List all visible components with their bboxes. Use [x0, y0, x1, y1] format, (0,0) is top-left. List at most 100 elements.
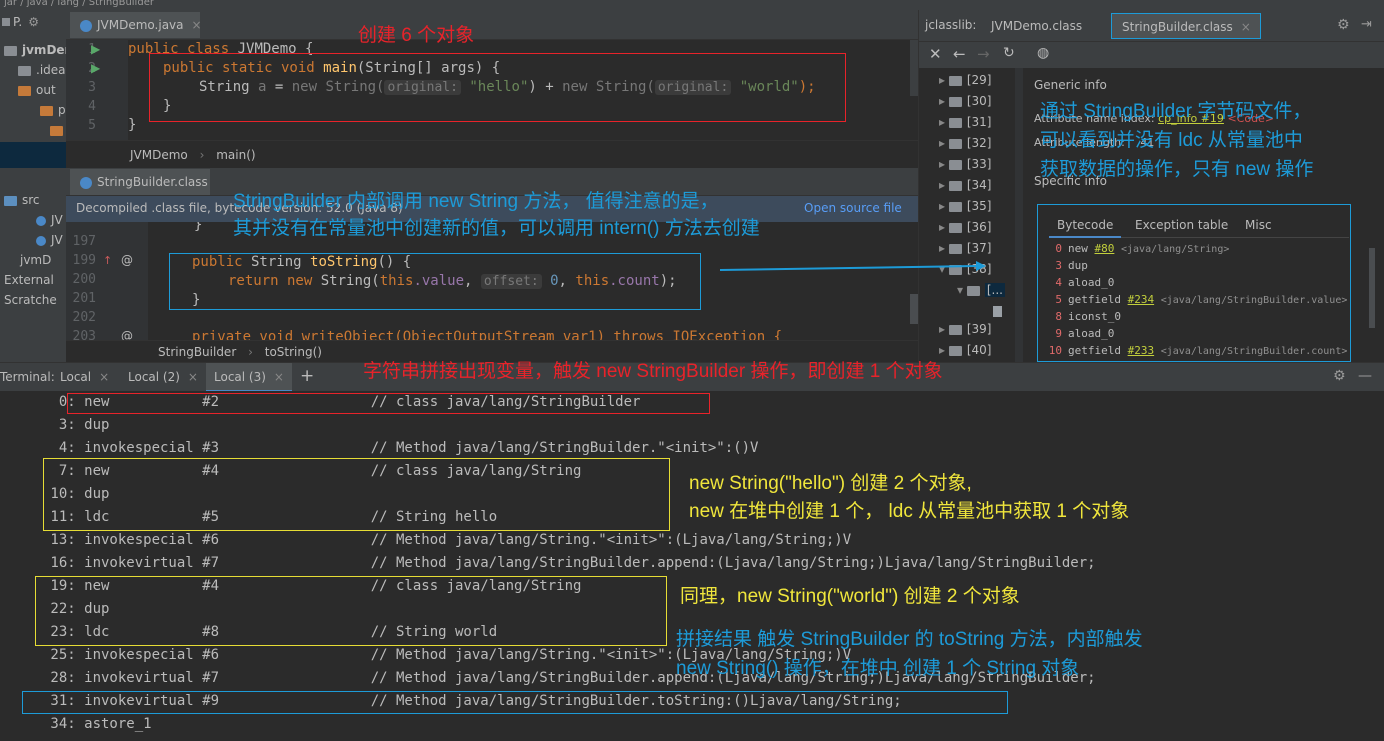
tree-item[interactable]: ▸ [39]: [919, 318, 991, 340]
globe-icon[interactable]: ◍: [1037, 45, 1049, 61]
hide-icon[interactable]: ⇥: [1361, 17, 1372, 32]
close-icon[interactable]: ×: [99, 370, 109, 384]
navigation-bar: jar / java / lang / StringBuilder: [0, 0, 1384, 10]
bytecode-list: 0 new #80 <java/lang/String> 3 dup 4 aload_…: [1040, 240, 1348, 360]
tab-bytecode[interactable]: Bytecode: [1049, 214, 1122, 238]
file-icon: [993, 306, 1002, 317]
minimize-icon[interactable]: —: [1358, 368, 1372, 384]
jclasslib-label: jclasslib:: [925, 18, 977, 32]
run-icon[interactable]: ▶: [91, 42, 100, 56]
forward-icon[interactable]: →: [977, 45, 990, 63]
blue-highlight-box: [22, 691, 1008, 714]
project-item-sub[interactable]: [0, 120, 66, 140]
project-item-jvmd[interactable]: jvmD: [0, 250, 66, 270]
gear-icon[interactable]: ⚙: [1337, 17, 1350, 33]
red-highlight-box: [67, 393, 710, 414]
scratches[interactable]: Scratche: [0, 290, 66, 310]
gear-icon[interactable]: ⚙: [1333, 368, 1346, 384]
bytecode-row[interactable]: 10 getfield #233 <java/lang/StringBuilder…: [1040, 342, 1348, 360]
tree-item[interactable]: ▸ [35]: [919, 195, 991, 217]
tab-exception-table[interactable]: Exception table: [1135, 214, 1228, 236]
tree-item[interactable]: ▸ [30]: [919, 90, 991, 112]
code-line-5: }: [128, 117, 137, 133]
line-number: 199: [72, 253, 96, 268]
breadcrumb-method[interactable]: main(): [216, 148, 255, 162]
close-icon[interactable]: ✕: [929, 45, 942, 63]
folder-icon: [948, 180, 962, 191]
project-item-jvmdemo-2[interactable]: JV: [0, 230, 66, 250]
project-item-src[interactable]: src: [0, 190, 66, 210]
tab-local[interactable]: Local ×: [60, 370, 109, 384]
tab-misc[interactable]: Misc: [1245, 214, 1272, 236]
bytecode-scrollbar[interactable]: [1369, 248, 1375, 328]
tree-item[interactable]: ▸ [31]: [919, 111, 991, 133]
external-libraries[interactable]: External: [0, 270, 66, 290]
tab-stringbuilder-class[interactable]: StringBuilder.class: [70, 169, 210, 195]
tree-item[interactable]: ▸ [37]: [919, 237, 991, 259]
tab-stringbuilder-class-jclasslib[interactable]: StringBuilder.class ×: [1111, 13, 1261, 39]
tree-scrollbar[interactable]: [1015, 68, 1023, 362]
tree-item[interactable]: ▸ [29]: [919, 69, 991, 91]
constant-pool-tree: ▸ [29] ▸ [30] ▸ [31] ▸ [32] ▸ [33] ▸ [34…: [919, 68, 1023, 362]
folder-icon: [4, 45, 17, 56]
tree-item[interactable]: ▸ [36]: [919, 216, 991, 238]
close-icon[interactable]: ×: [188, 370, 198, 384]
refresh-icon[interactable]: ↻: [1003, 45, 1015, 61]
close-icon[interactable]: ×: [274, 370, 284, 384]
terminal-output[interactable]: 0: new #2 // class java/lang/StringBuild…: [0, 391, 1384, 741]
bytecode-row[interactable]: 4 aload_0: [1040, 274, 1114, 291]
class-icon: [36, 235, 46, 246]
close-icon[interactable]: ×: [192, 18, 202, 32]
folder-icon: [948, 117, 962, 128]
breadcrumb-method[interactable]: toString(): [265, 345, 322, 359]
editor-scrollbar[interactable]: [910, 40, 918, 96]
tab-local-3[interactable]: Local (3) ×: [206, 363, 292, 392]
new-terminal-button[interactable]: +: [300, 366, 314, 386]
project-item-out[interactable]: out: [0, 80, 66, 100]
gear-icon[interactable]: ⚙: [28, 15, 39, 29]
project-item-pr[interactable]: pr: [0, 100, 66, 120]
tree-item-selected[interactable]: ▾ [...: [919, 279, 1005, 301]
terminal-line: 3: dup: [42, 417, 110, 433]
editor-scrollbar[interactable]: [910, 294, 918, 324]
folder-icon: [4, 195, 17, 206]
folder-icon: [948, 138, 962, 149]
annotation-sb-bytecode: 通过 StringBuilder 字节码文件，: [1040, 101, 1312, 122]
folder-icon: [948, 159, 962, 170]
close-icon[interactable]: ×: [1241, 20, 1251, 34]
tree-item[interactable]: ▸ [32]: [919, 132, 991, 154]
tab-jvmdemo-java[interactable]: JVMDemo.java ×: [70, 12, 202, 38]
breadcrumb-class[interactable]: JVMDemo: [130, 148, 188, 162]
annotation-hello-2: new 在堆中创建 1 个， ldc 从常量池中获取 1 个对象: [689, 501, 1130, 522]
folder-icon: [948, 201, 962, 212]
run-icon[interactable]: ▶: [91, 61, 100, 75]
decompiled-editor[interactable]: 197 199 200 201 202 203 ↑ @ @ } public S…: [66, 222, 918, 342]
bytecode-row[interactable]: 0 new #80 <java/lang/String>: [1040, 240, 1229, 258]
annotation-hello: new String("hello") 创建 2 个对象,: [689, 473, 972, 494]
nav-breadcrumb[interactable]: jar / java / lang / StringBuilder: [4, 0, 154, 8]
project-root[interactable]: jvmDem: [0, 40, 66, 60]
tab-local-2[interactable]: Local (2) ×: [128, 370, 198, 384]
bytecode-row[interactable]: 5 getfield #234 <java/lang/StringBuilder.…: [1040, 291, 1347, 309]
project-item-idea[interactable]: .idea: [0, 60, 66, 80]
breadcrumb-class[interactable]: StringBuilder: [158, 345, 236, 359]
class-icon: [80, 19, 92, 32]
terminal-line: 16: invokevirtual #7 // Method java/lang…: [42, 555, 1096, 571]
project-item-jvmdemo[interactable]: JV: [0, 210, 66, 230]
annotation-sb-bytecode-2: 可以看到并没有 ldc 从常量池中: [1040, 130, 1303, 151]
bytecode-row[interactable]: 3 dup: [1040, 257, 1088, 274]
project-tab-header[interactable]: P. ⚙: [0, 12, 66, 32]
back-icon[interactable]: ←: [953, 45, 966, 63]
bytecode-row[interactable]: 8 iconst_0: [1040, 308, 1121, 325]
bytecode-row[interactable]: 9 aload_0: [1040, 325, 1114, 342]
tab-jvmdemo-class[interactable]: JVMDemo.class: [981, 13, 1082, 39]
open-source-link[interactable]: Open source file: [804, 196, 902, 220]
red-highlight-box: [149, 53, 846, 122]
line-number: 4: [88, 99, 96, 114]
project-item-selected[interactable]: [0, 142, 66, 168]
override-icon[interactable]: ↑: [103, 254, 112, 267]
folder-icon: [948, 96, 962, 107]
tree-item[interactable]: ▸ [34]: [919, 174, 991, 196]
tree-item[interactable]: ▸ [33]: [919, 153, 991, 175]
jvmdemo-editor[interactable]: 1 2 3 4 5 ▶ ▶ public class JVMDemo { pub…: [66, 40, 918, 140]
